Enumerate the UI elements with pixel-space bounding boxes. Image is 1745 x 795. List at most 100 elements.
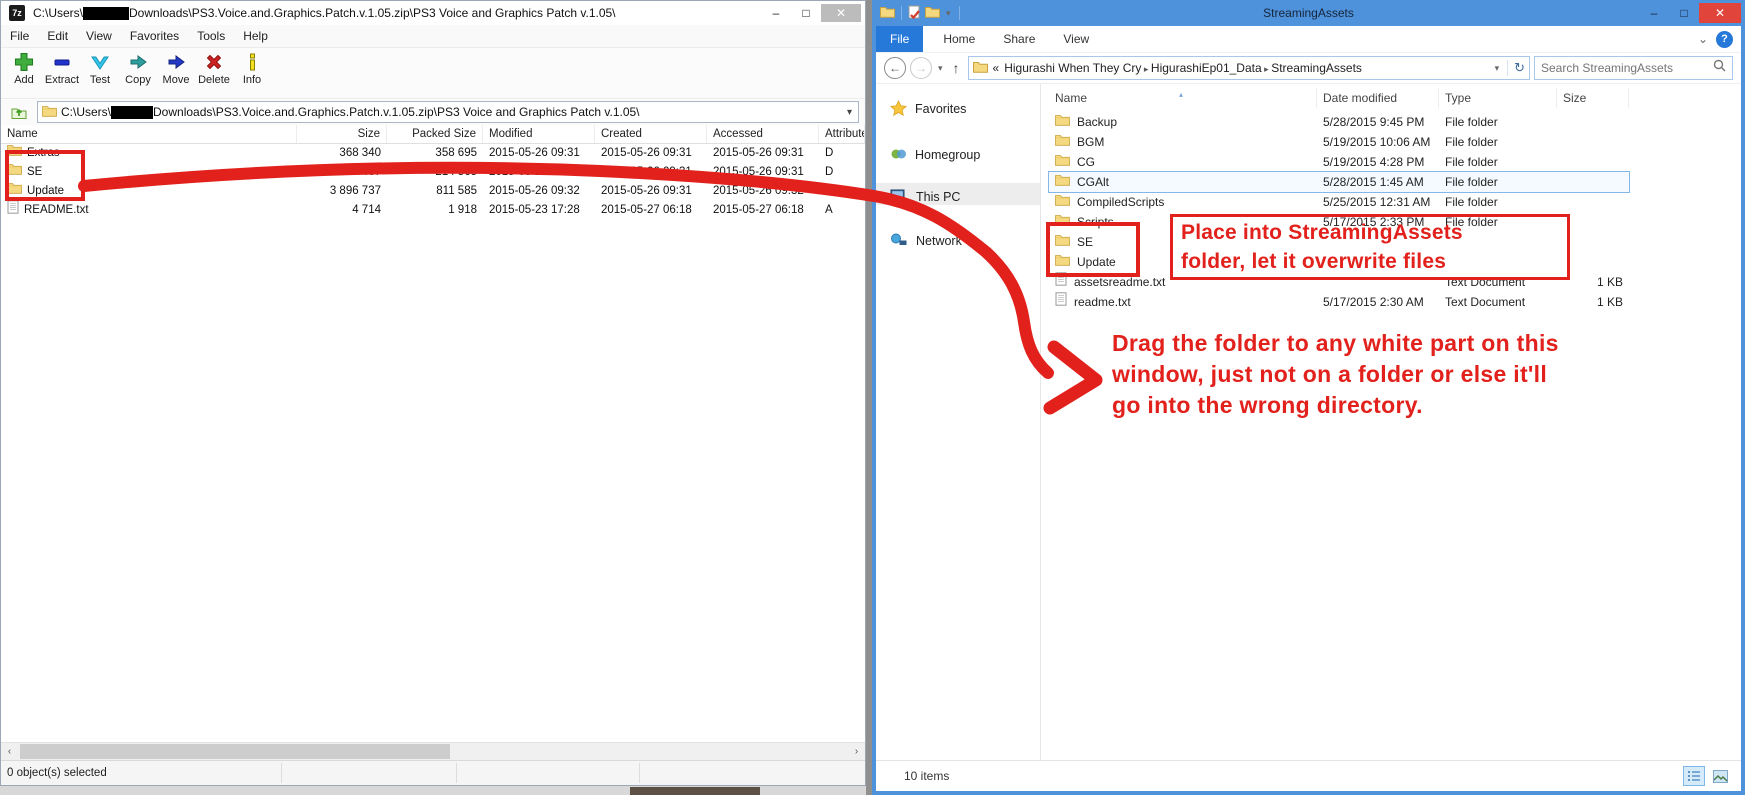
column-header-accessed[interactable]: Accessed [707, 125, 819, 143]
sidebar-item-favorites[interactable]: Favorites [890, 98, 966, 120]
details-view-button[interactable] [1683, 766, 1705, 786]
up-button[interactable]: ↑ [949, 60, 964, 76]
forward-button[interactable]: → [910, 57, 932, 79]
table-row[interactable]: CGAlt5/28/2015 1:45 AMFile folder [1049, 172, 1629, 192]
column-header-name[interactable]: Name [1, 125, 297, 143]
sevenzip-titlebar[interactable]: 7z C:\Users\Downloads\PS3.Voice.and.Grap… [1, 1, 865, 25]
tab-share[interactable]: Share [989, 26, 1049, 52]
recent-locations-icon[interactable]: ▾ [936, 63, 945, 74]
sidebar-item-this-pc[interactable]: This PC [890, 186, 960, 208]
back-button[interactable]: ← [884, 57, 906, 79]
column-header-type[interactable]: Type [1439, 88, 1557, 108]
column-header-date-modified[interactable]: Date modified [1317, 88, 1439, 108]
sidebar-item-label: Homegroup [915, 148, 980, 162]
collapse-ribbon-icon[interactable]: ⌄ [1698, 32, 1708, 46]
search-box[interactable] [1534, 56, 1733, 80]
scrollbar-track[interactable] [18, 743, 848, 760]
tab-home[interactable]: Home [929, 26, 989, 52]
chevron-down-icon[interactable]: ▾ [841, 107, 858, 118]
column-header-size[interactable]: Size [1557, 88, 1629, 108]
toolbar-label: Add [14, 74, 34, 86]
address-bar[interactable]: « Higurashi When They Cry ▸ HigurashiEp0… [968, 56, 1530, 80]
toolbar-label: Extract [45, 74, 79, 86]
menu-view[interactable]: View [77, 29, 121, 43]
toolbar-label: Delete [198, 74, 230, 86]
test-check-icon [89, 50, 111, 74]
address-dropdown-icon[interactable]: ▾ [1493, 63, 1502, 74]
table-row[interactable]: CG5/19/2015 4:28 PMFile folder [1049, 152, 1629, 172]
sevenzip-address-input[interactable]: C:\Users\Downloads\PS3.Voice.and.Graphic… [37, 101, 859, 123]
packed-size-cell: 358 695 [387, 144, 483, 163]
toolbar-extract-button[interactable]: Extract [43, 50, 81, 86]
column-header-size[interactable]: Size [297, 125, 387, 143]
column-header-packed-size[interactable]: Packed Size [387, 125, 483, 143]
explorer-titlebar[interactable]: StreamingAssets ▾ – □ ✕ [876, 0, 1741, 26]
minimize-button[interactable]: – [1639, 4, 1669, 22]
table-row[interactable]: CompiledScripts5/25/2015 12:31 AMFile fo… [1049, 192, 1629, 212]
table-row[interactable]: Backup5/28/2015 9:45 PMFile folder [1049, 112, 1629, 132]
search-input[interactable] [1541, 61, 1709, 75]
scrollbar-thumb[interactable] [20, 744, 450, 759]
refresh-icon[interactable]: ↻ [1514, 60, 1525, 76]
breadcrumb-segment[interactable]: StreamingAssets [1271, 61, 1362, 75]
tab-file[interactable]: File [876, 26, 923, 52]
toolbar-move-button[interactable]: Move [157, 50, 195, 86]
redaction-box [111, 106, 153, 119]
breadcrumb-segment[interactable]: Higurashi When They Cry [1004, 61, 1141, 75]
sidebar-item-homegroup[interactable]: Homegroup [890, 144, 980, 166]
annotation-text-line: go into the wrong directory. [1112, 390, 1559, 421]
column-header-modified[interactable]: Modified [483, 125, 595, 143]
sidebar-item-network[interactable]: Network [890, 230, 962, 252]
annotation-place-into-box: Place into StreamingAssets folder, let i… [1170, 214, 1570, 280]
accessed-cell: 2015-05-26 09:31 [707, 163, 819, 182]
size-cell: 234 467 [297, 163, 387, 182]
toolbar-add-button[interactable]: Add [5, 50, 43, 86]
navigation-bar: ← → ▾ ↑ « Higurashi When They Cry ▸ Higu… [876, 53, 1741, 84]
column-header-created[interactable]: Created [595, 125, 707, 143]
menu-edit[interactable]: Edit [38, 29, 77, 43]
maximize-button[interactable]: □ [791, 4, 821, 22]
horizontal-scrollbar[interactable]: ‹ › [1, 742, 865, 760]
search-icon[interactable] [1713, 59, 1726, 77]
table-row[interactable]: Extras368 340358 6952015-05-26 09:312015… [1, 144, 865, 163]
table-row[interactable]: SE234 467214 5652015-05-26 09:312015-05-… [1, 163, 865, 182]
properties-icon[interactable] [908, 5, 921, 22]
folder-icon[interactable] [880, 6, 895, 21]
scroll-right-icon[interactable]: › [848, 746, 865, 757]
up-one-level-icon[interactable] [7, 102, 31, 122]
close-button[interactable]: ✕ [821, 4, 861, 22]
folder-icon [42, 105, 57, 120]
menu-file[interactable]: File [1, 29, 38, 43]
toolbar-label: Test [90, 74, 110, 86]
thumbnails-view-button[interactable] [1709, 766, 1731, 786]
breadcrumb-separator-icon: ▸ [1141, 64, 1151, 74]
breadcrumb-overflow[interactable]: « [993, 61, 1000, 75]
qat-dropdown-icon[interactable]: ▾ [944, 8, 953, 19]
table-row[interactable]: README.txt4 7141 9182015-05-23 17:282015… [1, 201, 865, 220]
menu-favorites[interactable]: Favorites [121, 29, 188, 43]
help-icon[interactable]: ? [1716, 31, 1733, 48]
toolbar-delete-button[interactable]: Delete [195, 50, 233, 86]
computer-icon [890, 189, 908, 206]
new-folder-icon[interactable] [925, 6, 940, 21]
toolbar-copy-button[interactable]: Copy [119, 50, 157, 86]
toolbar-separator [959, 6, 960, 20]
sevenzip-window: 7z C:\Users\Downloads\PS3.Voice.and.Grap… [0, 0, 866, 786]
breadcrumb: Higurashi When They Cry ▸ HigurashiEp01_… [1004, 61, 1362, 75]
size-cell [1557, 192, 1629, 212]
scroll-left-icon[interactable]: ‹ [1, 746, 18, 757]
table-row[interactable]: BGM5/19/2015 10:06 AMFile folder [1049, 132, 1629, 152]
close-button[interactable]: ✕ [1699, 3, 1741, 23]
maximize-button[interactable]: □ [1669, 4, 1699, 22]
table-row[interactable]: Update3 896 737811 5852015-05-26 09:3220… [1, 182, 865, 201]
toolbar-test-button[interactable]: Test [81, 50, 119, 86]
column-header-attributes[interactable]: Attributes [819, 125, 865, 143]
table-row[interactable]: readme.txt5/17/2015 2:30 AMText Document… [1049, 292, 1629, 312]
breadcrumb-segment[interactable]: HigurashiEp01_Data [1151, 61, 1262, 75]
tab-view[interactable]: View [1049, 26, 1103, 52]
sevenzip-address-text: C:\Users\Downloads\PS3.Voice.and.Graphic… [61, 105, 640, 119]
toolbar-info-button[interactable]: Info [233, 50, 271, 86]
menu-tools[interactable]: Tools [188, 29, 234, 43]
minimize-button[interactable]: – [761, 4, 791, 22]
menu-help[interactable]: Help [234, 29, 277, 43]
